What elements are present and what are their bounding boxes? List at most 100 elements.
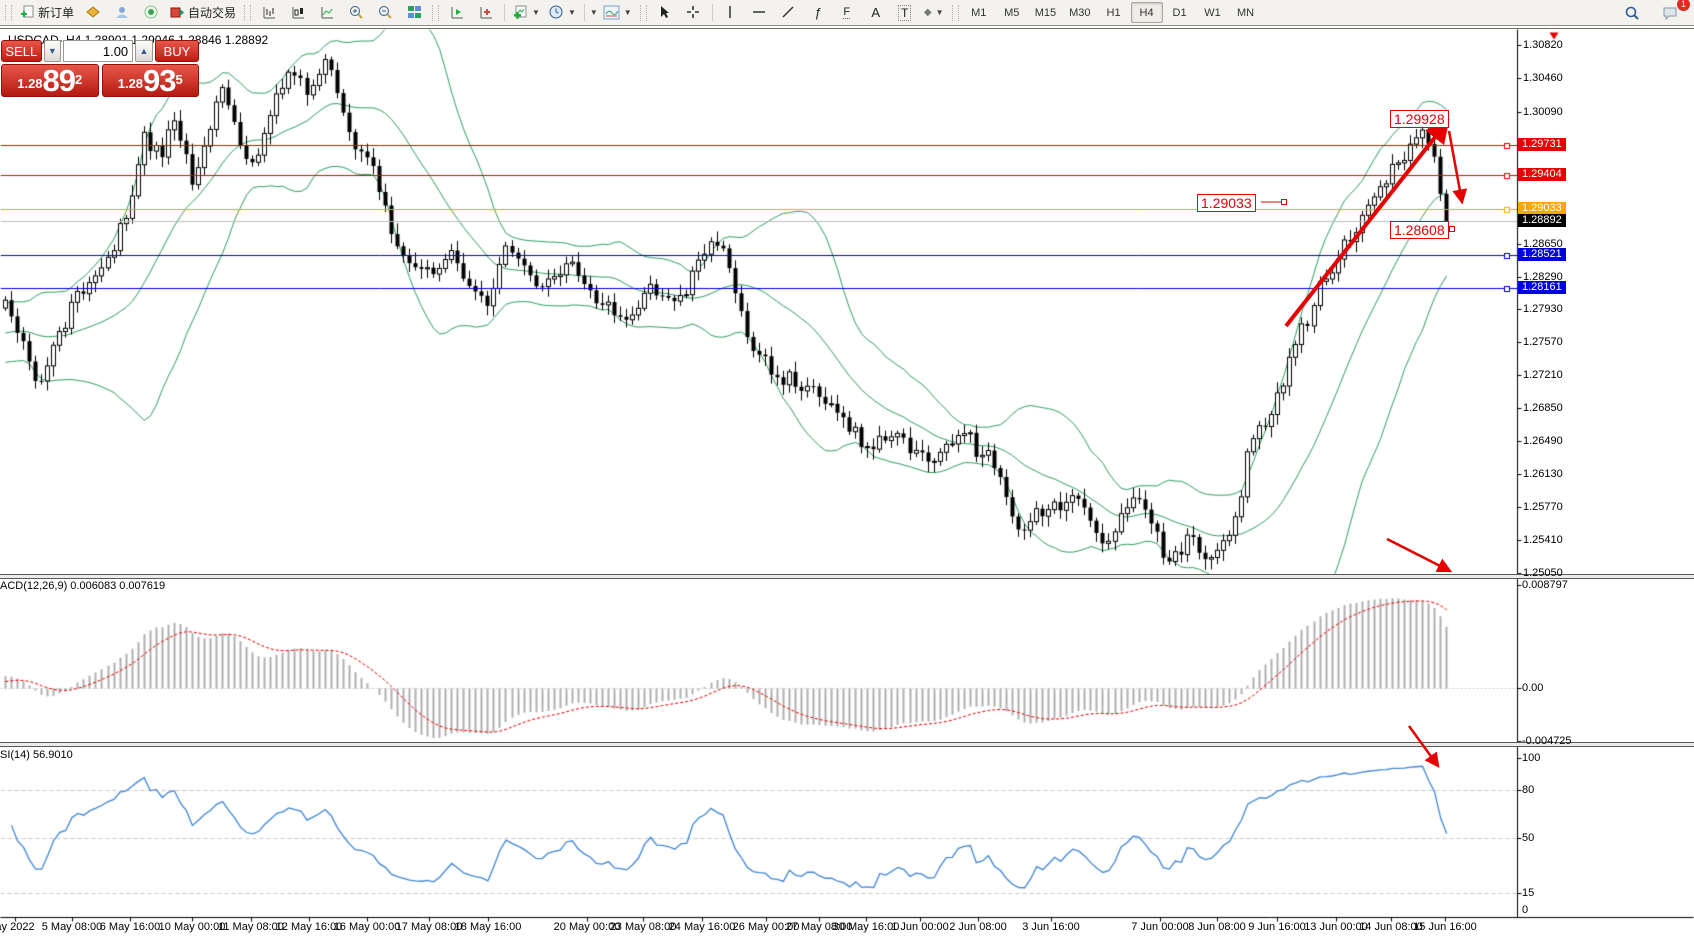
buy-price-major: 1.28 bbox=[118, 73, 143, 95]
timeframe-h1[interactable]: H1 bbox=[1098, 2, 1130, 23]
rsi-pane-separator[interactable] bbox=[0, 742, 1694, 747]
clock-icon bbox=[549, 5, 564, 20]
new-order-icon bbox=[20, 5, 35, 20]
buy-button[interactable]: BUY bbox=[155, 40, 199, 62]
candlestick-chart-button[interactable] bbox=[284, 2, 312, 24]
text-label-button[interactable]: T bbox=[891, 2, 919, 24]
vertical-line-button[interactable] bbox=[717, 2, 745, 24]
timeframe-group: M1M5M15M30H1H4D1W1MN bbox=[963, 2, 1262, 23]
profiles-button[interactable] bbox=[79, 2, 107, 24]
zoom-out-button[interactable] bbox=[371, 2, 399, 24]
toolbar-grip[interactable] bbox=[640, 5, 647, 21]
autotrading-button[interactable]: 自动交易 bbox=[166, 2, 240, 24]
shapes-button[interactable]: ◆ ▼ bbox=[920, 2, 948, 24]
auto-scroll-icon bbox=[479, 5, 494, 20]
timeframe-h4[interactable]: H4 bbox=[1131, 2, 1163, 23]
text-icon: A bbox=[871, 5, 880, 20]
community-icon bbox=[115, 5, 130, 20]
timeframe-m1[interactable]: M1 bbox=[963, 2, 995, 23]
autotrading-icon bbox=[170, 5, 185, 20]
toolbar-grip[interactable] bbox=[432, 5, 439, 21]
buy-price-box[interactable]: 1.28935 bbox=[102, 64, 200, 97]
toolbar-grip[interactable] bbox=[5, 5, 12, 21]
sell-button[interactable]: SELL bbox=[1, 40, 42, 62]
chart-shift-icon bbox=[450, 5, 465, 20]
shapes-caret: ▼ bbox=[936, 8, 944, 17]
timeframe-mn[interactable]: MN bbox=[1230, 2, 1262, 23]
trade-controls-row: SELL ▼ ▲ BUY bbox=[1, 40, 199, 62]
new-order-label: 新订单 bbox=[38, 4, 74, 21]
channel-button[interactable]: F bbox=[833, 2, 861, 24]
price-callout[interactable]: 1.28608 bbox=[1390, 221, 1449, 239]
periods-button[interactable]: ▼ bbox=[545, 2, 580, 24]
buy-price-point: 5 bbox=[176, 65, 183, 95]
price-chart-canvas[interactable] bbox=[0, 0, 1694, 938]
trendline-icon bbox=[781, 5, 796, 20]
toolbar-separator bbox=[712, 4, 713, 21]
line-chart-icon bbox=[320, 5, 335, 20]
horizontal-line-icon bbox=[752, 5, 767, 20]
one-click-trading-panel: SELL ▼ ▲ BUY 1.28892 1.28935 bbox=[1, 40, 199, 97]
crosshair-icon bbox=[686, 5, 701, 20]
template-button[interactable]: ▼ bbox=[599, 2, 636, 24]
toolbar-separator bbox=[584, 4, 585, 21]
search-button[interactable] bbox=[1618, 2, 1646, 24]
search-icon bbox=[1624, 5, 1640, 21]
volume-increase-button[interactable]: ▲ bbox=[135, 40, 153, 62]
zoom-in-icon bbox=[349, 5, 364, 20]
periods-caret: ▼ bbox=[568, 8, 576, 17]
zoom-in-button[interactable] bbox=[342, 2, 370, 24]
notification-badge: 1 bbox=[1677, 0, 1690, 11]
auto-scroll-button[interactable] bbox=[472, 2, 500, 24]
cursor-button[interactable] bbox=[651, 2, 679, 24]
trendline-button[interactable] bbox=[775, 2, 803, 24]
indicators-icon bbox=[513, 5, 528, 20]
new-order-button[interactable]: 新订单 bbox=[16, 2, 78, 24]
notifications-button[interactable]: 1 bbox=[1656, 2, 1684, 24]
signals-icon bbox=[144, 5, 159, 20]
price-callout[interactable]: 1.29033 bbox=[1197, 194, 1256, 212]
sell-price-box[interactable]: 1.28892 bbox=[1, 64, 99, 97]
indicators-caret: ▼ bbox=[532, 8, 540, 17]
macd-indicator-label: ACD(12,26,9) 0.006083 0.007619 bbox=[0, 580, 165, 592]
chart-shift-button[interactable] bbox=[443, 2, 471, 24]
timeframe-m30[interactable]: M30 bbox=[1063, 2, 1096, 23]
tile-windows-button[interactable] bbox=[400, 2, 428, 24]
candlestick-chart-icon bbox=[291, 5, 306, 20]
template-icon bbox=[603, 5, 620, 20]
sell-price-point: 2 bbox=[75, 65, 82, 95]
window-separator bbox=[0, 26, 1694, 29]
timeframe-m15[interactable]: M15 bbox=[1029, 2, 1062, 23]
line-chart-button[interactable] bbox=[313, 2, 341, 24]
channel-icon: F bbox=[843, 6, 850, 19]
price-callout[interactable]: 1.29928 bbox=[1390, 110, 1449, 128]
sell-price-major: 1.28 bbox=[17, 73, 42, 95]
sell-price-pips: 89 bbox=[43, 66, 75, 95]
profiles-icon bbox=[86, 5, 101, 20]
timeframe-d1[interactable]: D1 bbox=[1164, 2, 1196, 23]
horizontal-line-button[interactable] bbox=[746, 2, 774, 24]
community-button[interactable] bbox=[108, 2, 136, 24]
indicators-button[interactable]: ▼ bbox=[509, 2, 544, 24]
bar-chart-button[interactable] bbox=[255, 2, 283, 24]
signals-button[interactable] bbox=[137, 2, 165, 24]
text-button[interactable]: A bbox=[862, 2, 890, 24]
trade-prices-row: 1.28892 1.28935 bbox=[1, 64, 199, 97]
volume-decrease-button[interactable]: ▼ bbox=[44, 40, 62, 62]
macd-pane-separator[interactable] bbox=[0, 574, 1694, 579]
template-caret[interactable]: ▼ bbox=[590, 8, 598, 17]
vertical-line-icon bbox=[724, 5, 737, 20]
timeframe-m5[interactable]: M5 bbox=[996, 2, 1028, 23]
volume-input[interactable] bbox=[63, 40, 133, 62]
crosshair-button[interactable] bbox=[680, 2, 708, 24]
bar-chart-icon bbox=[262, 5, 277, 20]
cursor-icon bbox=[657, 5, 672, 20]
toolbar-grip[interactable] bbox=[952, 5, 959, 21]
template-caret2: ▼ bbox=[624, 8, 632, 17]
toolbar-grip[interactable] bbox=[244, 5, 251, 21]
timeframe-w1[interactable]: W1 bbox=[1197, 2, 1229, 23]
fibonacci-button[interactable]: ƒ bbox=[804, 2, 832, 24]
toolbar-right: 1 bbox=[1618, 2, 1692, 24]
fibonacci-icon: ƒ bbox=[814, 5, 821, 20]
tile-windows-icon bbox=[407, 5, 422, 20]
